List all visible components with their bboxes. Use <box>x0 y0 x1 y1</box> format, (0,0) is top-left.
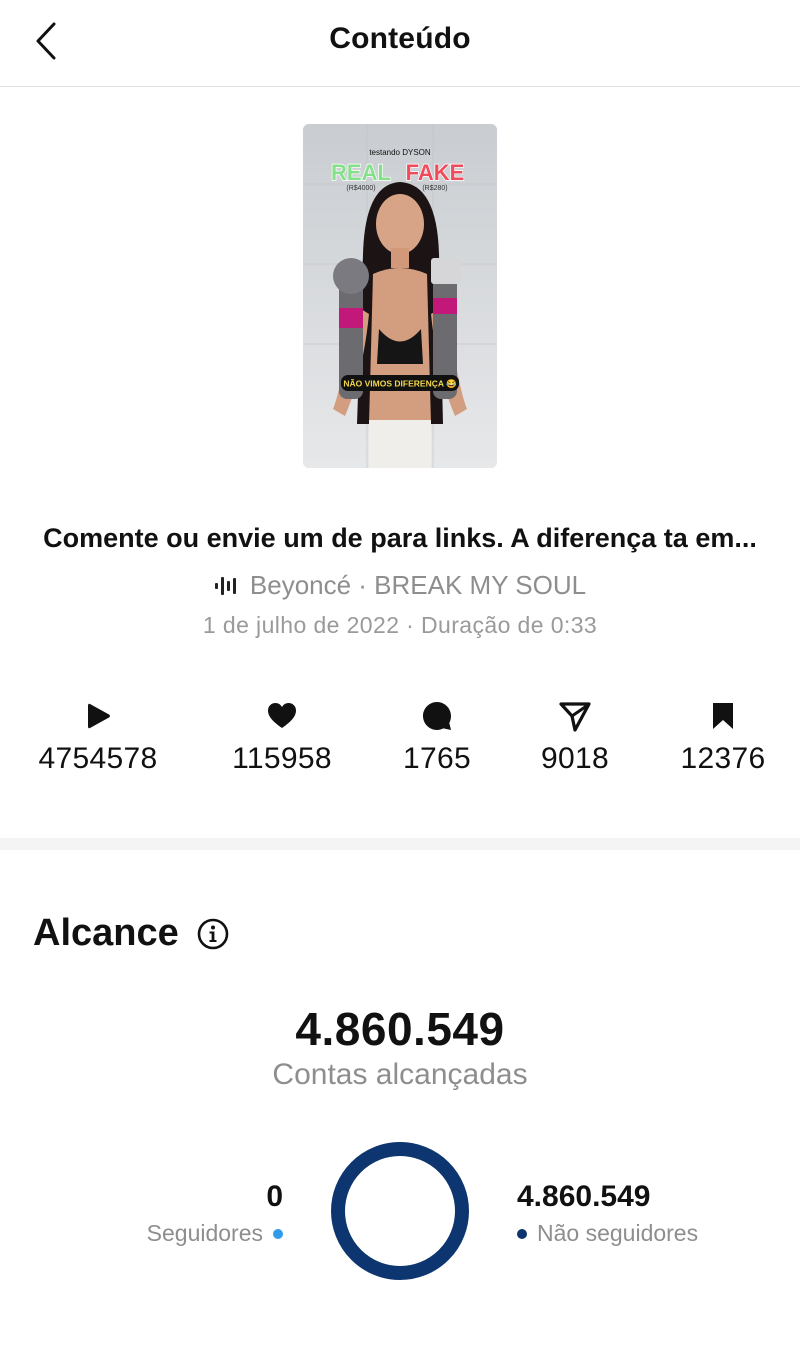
audio-row[interactable]: Beyoncé · BREAK MY SOUL <box>0 570 800 601</box>
overlay-real-price: (R$4000) <box>346 185 375 192</box>
non-followers-value: 4.860.549 <box>517 1180 651 1213</box>
audio-waveform-icon <box>214 576 236 595</box>
stat-comments-value: 1765 <box>403 742 471 775</box>
stat-plays-value: 4754578 <box>38 742 158 775</box>
page-title: Conteúdo <box>329 22 471 55</box>
reach-donut-chart <box>331 1142 469 1280</box>
overlay-bottom-text: NÃO VIMOS DIFERENÇA 😂 <box>343 379 457 389</box>
reach-title-label: Alcance <box>33 912 179 954</box>
heart-icon <box>268 703 296 728</box>
thumbnail-image: testando DYSON REAL (R$4000) FAKE (R$280… <box>303 124 497 468</box>
stat-saves[interactable]: 12376 <box>678 700 768 776</box>
audio-track-label: Beyoncé · BREAK MY SOUL <box>249 570 587 600</box>
followers-label-row: Seguidores <box>147 1220 283 1247</box>
info-icon <box>197 918 229 949</box>
followers-dot <box>273 1228 283 1239</box>
non-followers-label: Não seguidores <box>537 1220 699 1246</box>
reach-total-value: 4.860.549 <box>295 1003 505 1055</box>
stat-plays[interactable]: 4754578 <box>35 700 161 776</box>
stat-shares-value: 9018 <box>541 742 609 775</box>
non-followers-dot <box>517 1228 527 1239</box>
share-icon <box>559 702 591 732</box>
followers-label: Seguidores <box>146 1220 263 1246</box>
post-caption: Comente ou envie um de para links. A dif… <box>43 523 757 553</box>
stat-shares[interactable]: 9018 <box>538 700 612 776</box>
non-followers-legend: 4.860.549 Não seguidores <box>517 1180 698 1247</box>
stat-comments[interactable]: 1765 <box>400 700 474 776</box>
followers-legend: 0 Seguidores <box>147 1180 283 1247</box>
overlay-fake-text: FAKE <box>406 160 465 185</box>
overlay-real-text: REAL <box>331 160 391 185</box>
top-bar: Conteúdo <box>0 0 800 87</box>
stat-likes-value: 115958 <box>232 742 332 775</box>
non-followers-label-row: Não seguidores <box>517 1220 698 1247</box>
stat-saves-value: 12376 <box>680 742 766 775</box>
reel-thumbnail[interactable]: testando DYSON REAL (R$4000) FAKE (R$280… <box>303 124 497 468</box>
reach-total-label: Contas alcançadas <box>272 1058 528 1091</box>
post-date-duration: 1 de julho de 2022 · Duração de 0:33 <box>202 612 598 638</box>
donut-slice-non-followers <box>331 1142 469 1280</box>
info-button[interactable] <box>197 918 229 950</box>
stat-likes[interactable]: 115958 <box>226 700 338 776</box>
play-icon <box>88 703 110 729</box>
section-divider <box>0 838 800 850</box>
comment-icon <box>423 702 451 730</box>
reach-section-title: Alcance <box>33 912 229 955</box>
overlay-fake-price: (R$280) <box>422 185 447 192</box>
stats-row: 4754578 115958 1765 9018 12376 <box>0 700 800 790</box>
bookmark-icon <box>713 703 733 729</box>
followers-value: 0 <box>266 1180 283 1213</box>
overlay-top-text: testando DYSON <box>369 148 431 157</box>
